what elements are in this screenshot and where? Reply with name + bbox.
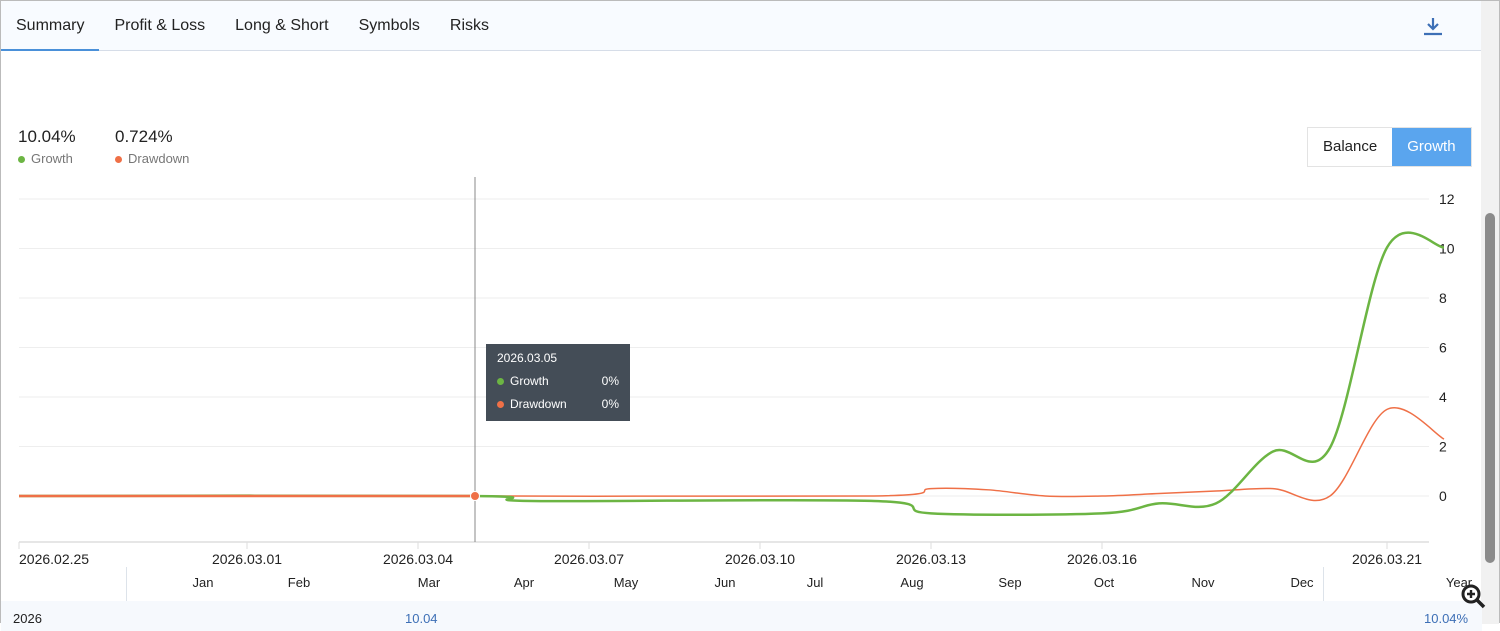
x-tick-label: 2026.02.25 [19, 551, 89, 567]
hover-point [470, 491, 480, 501]
x-tick-label: 2026.03.13 [896, 551, 966, 567]
drawdown-dot-icon [497, 400, 504, 408]
drawdown-dot-icon [115, 156, 122, 163]
month-header-feb: Feb [287, 575, 311, 590]
growth-label: Growth [31, 151, 73, 166]
y-tick-label: 6 [1439, 340, 1447, 356]
x-tick-label: 2026.03.07 [554, 551, 624, 567]
tab-risks[interactable]: Risks [435, 1, 504, 51]
growth-button[interactable]: Growth [1392, 128, 1471, 166]
x-tick-label: 2026.03.16 [1067, 551, 1137, 567]
growth-dot-icon [497, 377, 504, 385]
drawdown-value: 0.724% [115, 127, 173, 146]
x-tick-label: 2026.03.21 [1352, 551, 1422, 567]
month-header-may: May [613, 575, 639, 590]
month-header-jan: Jan [192, 575, 214, 590]
growth-series-line [18, 231, 1445, 516]
growth-dot-icon [18, 156, 25, 163]
x-tick-label: 2026.03.10 [725, 551, 795, 567]
growth-chart: 0 2 4 6 8 10 12 2026.02.25 2026.03.01 2026.03.04 2… [18, 177, 1455, 567]
month-header-apr: Apr [513, 575, 535, 590]
month-header-dec: Dec [1290, 575, 1314, 590]
download-icon[interactable] [1422, 15, 1444, 37]
month-header-sep: Sep [998, 575, 1022, 590]
tab-bar: Summary Profit & Loss Long & Short Symbo… [1, 1, 1482, 51]
drawdown-stat: 0.724% Drawdown [115, 127, 189, 166]
chart-mode-toggle: Balance Growth [1307, 127, 1472, 167]
tab-profit-loss[interactable]: Profit & Loss [99, 1, 220, 51]
year-total-cell: 10.04% [1424, 611, 1469, 626]
mar-value-cell: 10.04 [405, 611, 438, 626]
table-row: 2026 10.04 10.04% [1, 601, 1482, 631]
x-tick-label: 2026.03.01 [212, 551, 282, 567]
tooltip-growth-value: 0% [601, 374, 619, 388]
y-tick-label: 0 [1439, 488, 1447, 504]
drawdown-series-line [18, 406, 1445, 502]
tooltip-date: 2026.03.05 [497, 351, 558, 365]
y-tick-label: 10 [1439, 241, 1455, 257]
growth-stat: 10.04% Growth [18, 127, 76, 166]
chart-tooltip: 2026.03.05 Growth 0% Drawdown 0% [486, 344, 630, 421]
growth-value: 10.04% [18, 127, 76, 146]
tooltip-drawdown-value: 0% [601, 397, 619, 411]
y-tick-label: 4 [1439, 389, 1447, 405]
y-tick-label: 12 [1439, 191, 1455, 207]
tab-long-short[interactable]: Long & Short [220, 1, 343, 51]
drawdown-label: Drawdown [128, 151, 190, 166]
month-header-oct: Oct [1093, 575, 1115, 590]
tab-symbols[interactable]: Symbols [344, 1, 435, 51]
zoom-in-icon[interactable] [1459, 582, 1489, 612]
tooltip-drawdown-label: Drawdown [510, 397, 567, 411]
scrollbar[interactable] [1481, 1, 1499, 624]
balance-button[interactable]: Balance [1308, 128, 1392, 166]
month-header-aug: Aug [900, 575, 924, 590]
tab-summary[interactable]: Summary [1, 1, 100, 51]
month-header-nov: Nov [1191, 575, 1215, 590]
scrollbar-thumb[interactable] [1485, 213, 1495, 563]
y-tick-label: 2 [1439, 439, 1447, 455]
tooltip-growth-label: Growth [510, 374, 549, 388]
month-header-mar: Mar [417, 575, 441, 590]
x-tick-label: 2026.03.04 [383, 551, 453, 567]
year-cell: 2026 [13, 611, 42, 626]
month-header-jun: Jun [714, 575, 736, 590]
y-tick-label: 8 [1439, 290, 1447, 306]
month-header-jul: Jul [806, 575, 824, 590]
